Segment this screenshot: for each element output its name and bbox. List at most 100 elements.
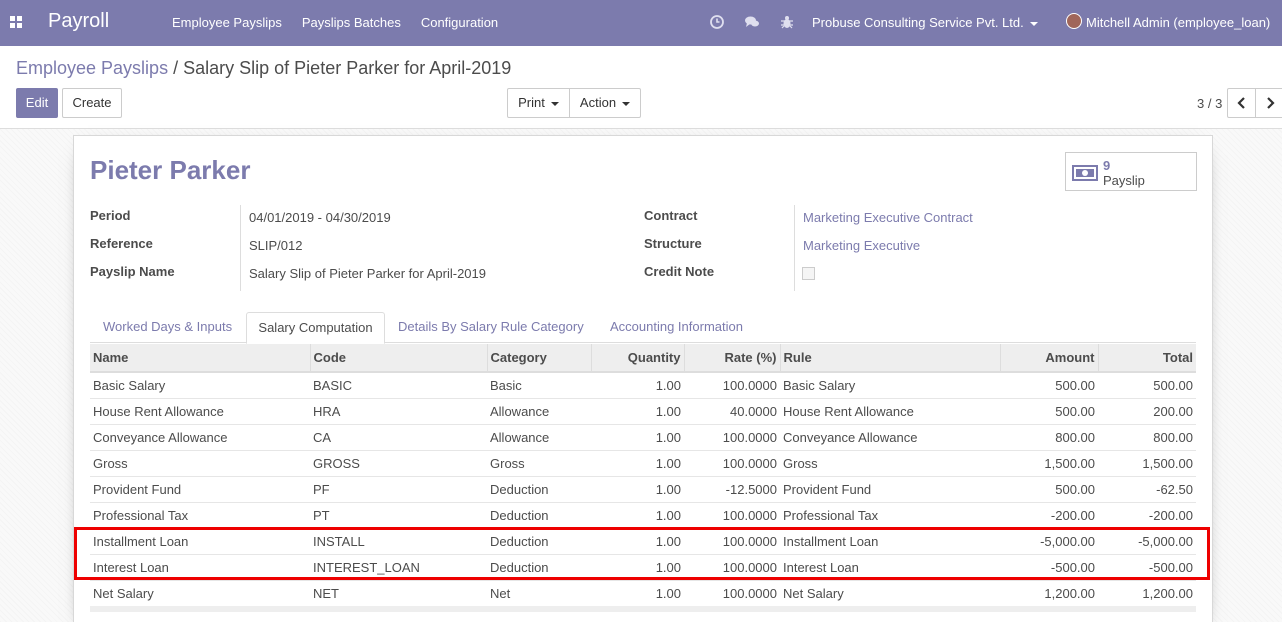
table-row[interactable]: Conveyance Allowance CA Allowance 1.00 100.0…	[90, 423, 1196, 450]
period-label: Period	[90, 208, 131, 223]
chevron-right-icon	[1266, 97, 1275, 109]
table-row[interactable]: Professional Tax PT Deduction 1.00 100.0000 P…	[90, 501, 1196, 528]
apps-menu-icon[interactable]	[10, 16, 24, 30]
column-header-amount[interactable]: Amount	[1000, 344, 1099, 373]
cell-amount: 500.00	[1000, 397, 1098, 424]
main-menu: Employee Payslips Payslips Batches Confi…	[162, 0, 508, 46]
user-menu[interactable]: Mitchell Admin (employee_loan)	[1086, 15, 1270, 30]
cell-quantity: 1.00	[591, 501, 684, 528]
cell-category: Deduction	[487, 501, 591, 528]
table-row[interactable]: Basic Salary BASIC Basic 1.00 100.0000 Basic …	[90, 371, 1196, 398]
payslip-count-button[interactable]: 9 Payslip	[1065, 152, 1197, 191]
menu-employee-payslips[interactable]: Employee Payslips	[162, 0, 292, 46]
clock-icon[interactable]	[709, 14, 725, 30]
cell-code: BASIC	[310, 371, 487, 398]
pager-next-button[interactable]	[1255, 88, 1282, 118]
cell-quantity: 1.00	[591, 449, 684, 476]
table-footer	[90, 606, 1196, 612]
cell-category: Basic	[487, 371, 591, 398]
cell-rule: Provident Fund	[780, 475, 1000, 502]
chevron-left-icon	[1236, 97, 1245, 109]
cell-quantity: 1.00	[591, 579, 684, 606]
tab-worked-days-inputs[interactable]: Worked Days & Inputs	[103, 312, 232, 343]
cell-name: House Rent Allowance	[90, 397, 310, 424]
cell-rate: 100.0000	[684, 371, 780, 398]
cell-total: 800.00	[1098, 423, 1196, 450]
cell-category: Allowance	[487, 423, 591, 450]
period-value: 04/01/2019 - 04/30/2019	[249, 210, 391, 225]
action-dropdown[interactable]: Action	[569, 88, 641, 118]
cell-name: Gross	[90, 449, 310, 476]
cell-name: Basic Salary	[90, 371, 310, 398]
menu-payslips-batches[interactable]: Payslips Batches	[292, 0, 411, 46]
cell-rule: Gross	[780, 449, 1000, 476]
cell-quantity: 1.00	[591, 475, 684, 502]
print-dropdown[interactable]: Print	[507, 88, 570, 118]
company-switcher[interactable]: Probuse Consulting Service Pvt. Ltd.	[812, 15, 1038, 30]
column-header-quantity[interactable]: Quantity	[591, 344, 685, 373]
cell-quantity: 1.00	[591, 423, 684, 450]
breadcrumb-separator: /	[173, 58, 179, 78]
contract-link[interactable]: Marketing Executive Contract	[803, 210, 973, 225]
company-name: Probuse Consulting Service Pvt. Ltd.	[812, 15, 1024, 30]
cell-amount: 500.00	[1000, 475, 1098, 502]
cell-total: 1,500.00	[1098, 449, 1196, 476]
cell-amount: 500.00	[1000, 371, 1098, 398]
notebook-tabs: Worked Days & Inputs Salary Computation …	[90, 312, 1196, 344]
cell-quantity: 1.00	[591, 397, 684, 424]
menu-configuration[interactable]: Configuration	[411, 0, 508, 46]
reference-label: Reference	[90, 236, 153, 251]
pager-value[interactable]: 3 / 3	[1197, 96, 1222, 111]
tab-accounting-information[interactable]: Accounting Information	[610, 312, 743, 343]
cell-code: NET	[310, 579, 487, 606]
cell-code: PF	[310, 475, 487, 502]
edit-button[interactable]: Edit	[16, 88, 58, 118]
cell-name: Provident Fund	[90, 475, 310, 502]
cell-total: 1,200.00	[1098, 579, 1196, 606]
money-icon	[1072, 165, 1098, 181]
cell-total: -200.00	[1098, 501, 1196, 528]
breadcrumb-parent[interactable]: Employee Payslips	[16, 58, 168, 78]
chat-icon[interactable]	[744, 14, 760, 30]
debug-bug-icon[interactable]	[779, 14, 795, 30]
cell-amount: 800.00	[1000, 423, 1098, 450]
tab-details-by-salary-rule-category[interactable]: Details By Salary Rule Category	[398, 312, 584, 343]
cell-rule: Net Salary	[780, 579, 1000, 606]
chevron-down-icon	[1029, 21, 1038, 26]
avatar[interactable]	[1066, 13, 1082, 29]
table-row[interactable]: Provident Fund PF Deduction 1.00 -12.5000 Pro…	[90, 475, 1196, 502]
credit-note-checkbox[interactable]	[802, 267, 815, 280]
column-header-rule[interactable]: Rule	[780, 344, 1001, 373]
top-navbar: Payroll Employee Payslips Payslips Batch…	[0, 0, 1282, 46]
column-header-rate[interactable]: Rate (%)	[684, 344, 781, 373]
breadcrumb-current: Salary Slip of Pieter Parker for April-2…	[183, 58, 512, 78]
cell-quantity: 1.00	[591, 371, 684, 398]
chevron-down-icon	[622, 101, 631, 106]
column-header-total[interactable]: Total	[1098, 344, 1196, 373]
cell-total: 500.00	[1098, 371, 1196, 398]
cell-name: Net Salary	[90, 579, 310, 606]
table-row[interactable]: Gross GROSS Gross 1.00 100.0000 Gross 1,500.00…	[90, 449, 1196, 476]
column-header-name[interactable]: Name	[90, 344, 311, 373]
table-row[interactable]: Net Salary NET Net 1.00 100.0000 Net Salary 1,…	[90, 579, 1196, 606]
cell-rate: 100.0000	[684, 579, 780, 606]
cell-rate: 100.0000	[684, 423, 780, 450]
contract-label: Contract	[644, 208, 698, 223]
create-button[interactable]: Create	[62, 88, 122, 118]
column-header-code[interactable]: Code	[310, 344, 488, 373]
payslip-name-value: Salary Slip of Pieter Parker for April-2…	[249, 266, 486, 281]
column-header-category[interactable]: Category	[487, 344, 592, 373]
payslip-count: 9	[1103, 158, 1111, 173]
loan-rows-highlight	[74, 527, 1210, 580]
pager-previous-button[interactable]	[1227, 88, 1256, 118]
print-label: Print	[518, 95, 545, 110]
field-separator	[794, 205, 795, 291]
cell-name: Professional Tax	[90, 501, 310, 528]
cell-category: Allowance	[487, 397, 591, 424]
structure-link[interactable]: Marketing Executive	[803, 238, 920, 253]
cell-amount: 1,200.00	[1000, 579, 1098, 606]
tab-salary-computation[interactable]: Salary Computation	[246, 312, 385, 344]
table-row[interactable]: House Rent Allowance HRA Allowance 1.00 40.0…	[90, 397, 1196, 424]
field-separator	[240, 205, 241, 291]
payslip-name-label: Payslip Name	[90, 264, 175, 279]
